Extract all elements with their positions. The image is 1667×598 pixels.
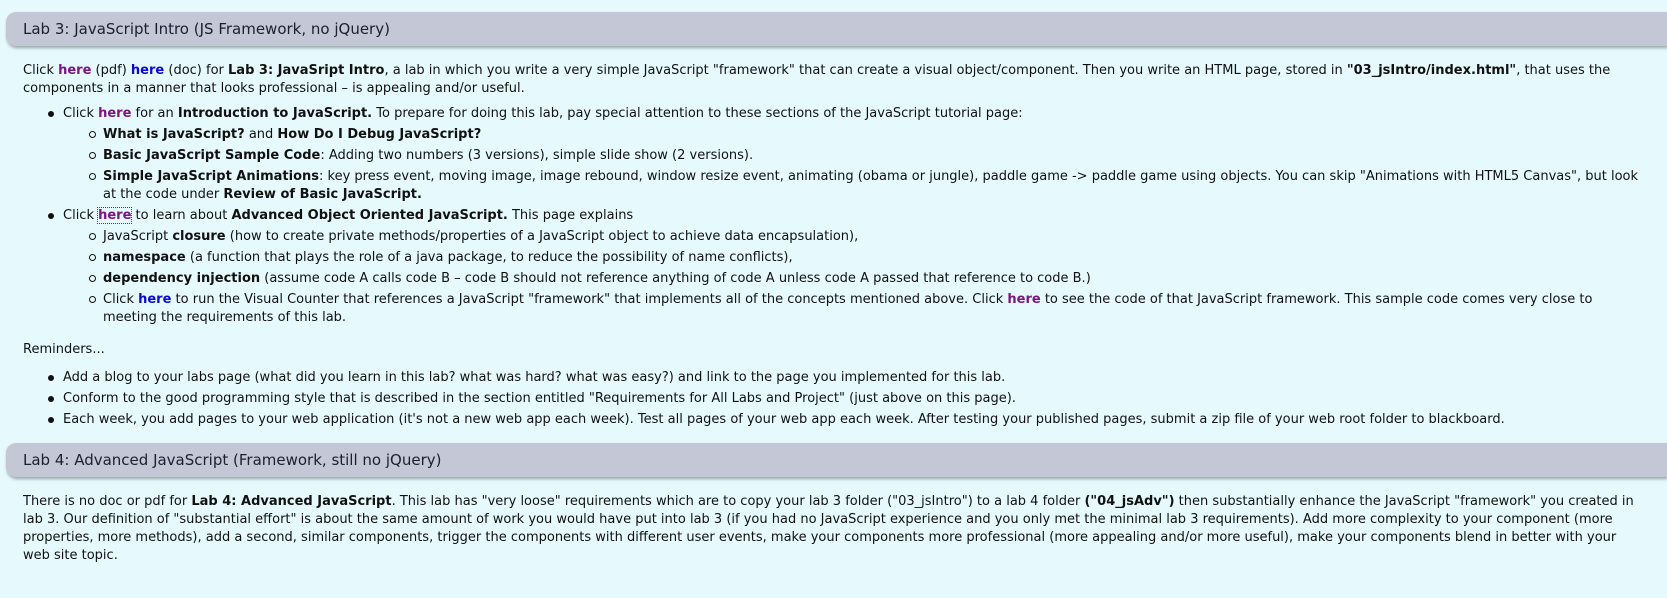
advanced-oo-js-link[interactable]: here [97, 207, 133, 224]
list-item: Each week, you add pages to your web app… [0, 411, 1643, 429]
text: (how to create private methods/propertie… [225, 229, 859, 244]
bold-text: Introduction to JavaScript. [177, 106, 373, 121]
bold-text: Advanced Object Oriented JavaScript. [231, 208, 508, 223]
advanced-js-concepts-list: JavaScript closure (how to create privat… [63, 228, 1643, 327]
text: (assume code A calls code B – code B sho… [260, 271, 1091, 286]
text: (a function that plays the role of a jav… [185, 250, 793, 265]
visual-counter-link[interactable]: here [138, 292, 171, 307]
lab4-heading-bar: Lab 4: Advanced JavaScript (Framework, s… [6, 443, 1667, 477]
intro-js-sections-list: What is JavaScript? and How Do I Debug J… [63, 126, 1643, 204]
bold-text: closure [172, 229, 226, 244]
lab3-doc-link[interactable]: here [131, 63, 164, 78]
text: (doc) for [164, 63, 229, 78]
text: , a lab in which you write a very simple… [384, 63, 1347, 78]
lab4-folder-bold: ("04_jsAdv") [1084, 494, 1175, 509]
list-item: Simple JavaScript Animations: key press … [63, 168, 1643, 204]
text: (pdf) [91, 63, 131, 78]
bold-text: Simple JavaScript Animations [103, 169, 319, 184]
reminders-list: Add a blog to your labs page (what did y… [0, 369, 1667, 429]
lab3-heading-bar: Lab 3: JavaScript Intro (JS Framework, n… [6, 12, 1667, 46]
lab3-heading: Lab 3: JavaScript Intro (JS Framework, n… [23, 20, 390, 38]
lab4-heading: Lab 4: Advanced JavaScript (Framework, s… [23, 451, 442, 469]
lab3-title-bold: Lab 3: JavaSript Intro [228, 63, 385, 78]
text: for an [131, 106, 178, 121]
lab4-intro-paragraph: There is no doc or pdf for Lab 4: Advanc… [23, 493, 1643, 565]
text: to learn about [131, 208, 232, 223]
list-item-intro-js: Click here for an Introduction to JavaSc… [0, 105, 1643, 204]
text: Click [63, 208, 99, 223]
intro-js-link[interactable]: here [98, 106, 131, 121]
list-item: namespace (a function that plays the rol… [63, 249, 1643, 267]
text: JavaScript [103, 229, 173, 244]
text: to run the Visual Counter that reference… [171, 292, 1008, 307]
text: and [244, 127, 278, 142]
lab3-resources-list: Click here for an Introduction to JavaSc… [0, 105, 1667, 327]
text: Click [63, 106, 99, 121]
bold-text: dependency injection [103, 271, 261, 286]
list-item: Conform to the good programming style th… [0, 390, 1643, 408]
lab3-path-bold: "03_jsIntro/index.html" [1346, 63, 1517, 78]
framework-code-link[interactable]: here [1007, 292, 1040, 307]
lab4-title-bold: Lab 4: Advanced JavaScript [191, 494, 392, 509]
text: This page explains [507, 208, 634, 223]
lab3-pdf-link[interactable]: here [58, 63, 91, 78]
bold-text: Basic JavaScript Sample Code [103, 148, 321, 163]
text: Click [23, 63, 59, 78]
reminders-label: Reminders... [23, 342, 105, 357]
bold-text: namespace [103, 250, 186, 265]
bold-text: How Do I Debug JavaScript? [277, 127, 482, 142]
text: . This lab has "very loose" requirements… [391, 494, 1085, 509]
list-item: JavaScript closure (how to create privat… [63, 228, 1643, 246]
list-item: What is JavaScript? and How Do I Debug J… [63, 126, 1643, 144]
lab3-intro-paragraph: Click here (pdf) here (doc) for Lab 3: J… [23, 62, 1643, 98]
text: There is no doc or pdf for [23, 494, 192, 509]
bold-text: What is JavaScript? [103, 127, 245, 142]
text: Click [103, 292, 139, 307]
list-item: Basic JavaScript Sample Code: Adding two… [63, 147, 1643, 165]
list-item-advanced-oo-js: Click here to learn about Advanced Objec… [0, 207, 1643, 327]
bold-text: Review of Basic JavaScript. [223, 187, 422, 202]
list-item: Add a blog to your labs page (what did y… [0, 369, 1643, 387]
text: : Adding two numbers (3 versions), simpl… [320, 148, 754, 163]
list-item: dependency injection (assume code A call… [63, 270, 1643, 288]
list-item: Click here to run the Visual Counter tha… [63, 291, 1643, 327]
text: To prepare for doing this lab, pay speci… [372, 106, 1023, 121]
